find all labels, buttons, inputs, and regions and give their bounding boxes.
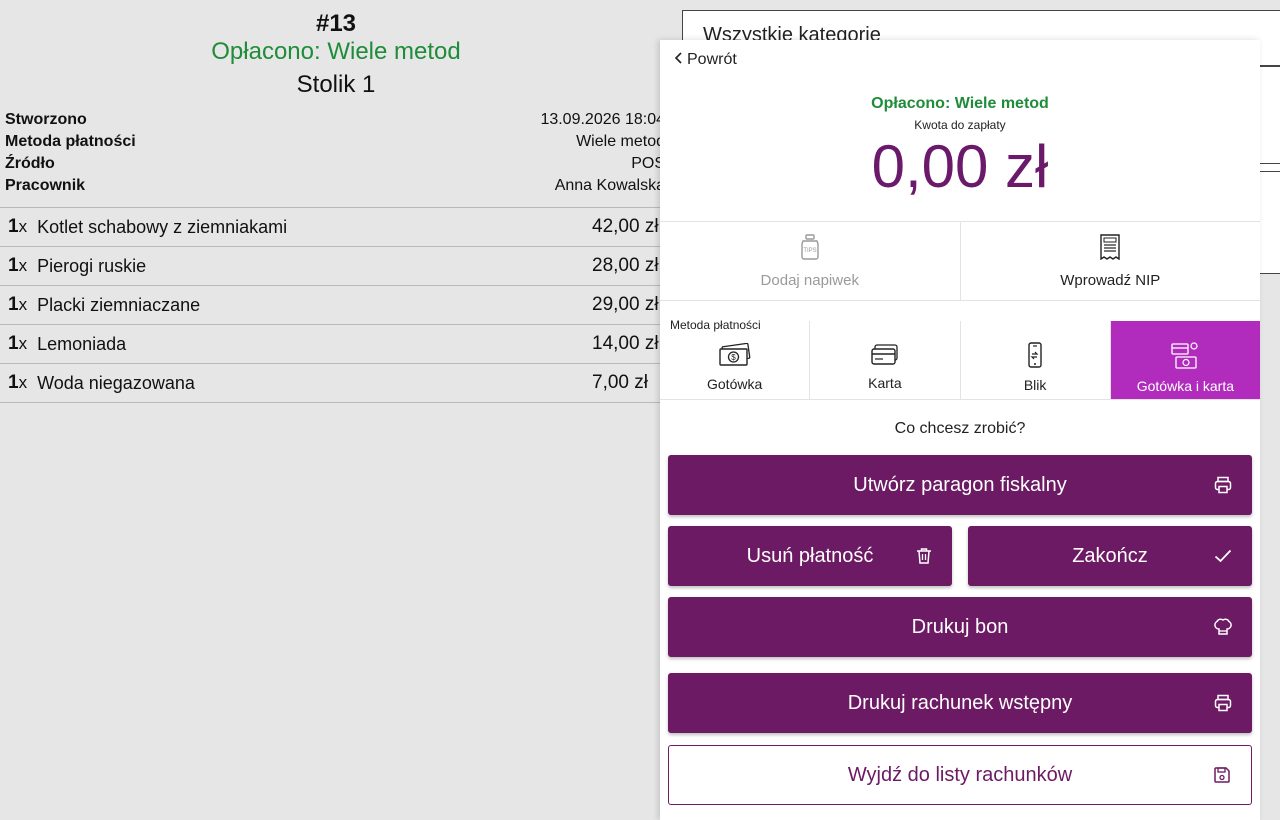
order-item[interactable]: 1x Kotlet schabowy z ziemniakami 42,00 z… [0,208,672,247]
meta-row-source: Źródło POS [5,153,665,175]
delete-payment-button[interactable]: Usuń płatność [668,526,952,586]
button-label: Drukuj bon [911,615,1009,638]
add-tip-label: Dodaj napiwek [760,271,859,289]
button-label: Wyjdź do listy rachunków [847,763,1073,786]
checkmark-icon [1214,549,1232,563]
payment-method-blik[interactable]: Blik [959,321,1110,399]
item-qty-unit: x [18,217,28,236]
order-items: 1x Kotlet schabowy z ziemniakami 42,00 z… [0,207,672,403]
item-qty: 1 [8,294,19,315]
print-kitchen-ticket-button[interactable]: Drukuj bon [668,597,1252,657]
meta-value: Wiele metod [576,133,665,150]
item-name: Lemoniada [37,333,127,354]
button-label: Zakończ [1072,544,1148,567]
payment-method-card[interactable]: Karta [809,321,959,399]
meta-label: Źródło [5,155,55,172]
meta-row-payment-method: Metoda płatności Wiele metod [5,131,665,153]
order-summary: #13 Opłacono: Wiele metod Stolik 1 Stwor… [0,0,672,820]
meta-label: Pracownik [5,177,86,194]
payment-method-cash[interactable]: $ Gotówka [660,321,809,399]
meta-value: Anna Kowalska [554,177,665,194]
payment-panel: Powrót Opłacono: Wiele metod Kwota do za… [660,40,1260,820]
svg-text:$: $ [731,353,736,362]
item-qty-unit: x [18,373,28,392]
svg-text:TIPS: TIPS [803,248,816,254]
button-label: Drukuj rachunek wstępny [847,691,1073,714]
phone-icon [1026,341,1044,371]
payment-method-heading: Metoda płatności [670,318,761,332]
item-name: Placki ziemniaczane [37,294,201,315]
extras-row: TIPS Dodaj napiwek Wprowadź NIP [660,221,1260,301]
order-table: Stolik 1 [296,71,376,98]
order-item[interactable]: 1x Pierogi ruskie 28,00 zł [0,247,672,286]
payment-method-label: Gotówka i karta [1136,377,1234,394]
payment-status: Opłacono: Wiele metod [871,95,1049,112]
enter-nip-button[interactable]: Wprowadź NIP [959,222,1261,300]
card-icon [871,343,899,369]
printer-icon [1214,476,1232,494]
back-label: Powrót [687,51,737,68]
item-qty-unit: x [18,256,28,275]
cash-icon: $ [718,342,751,370]
order-item[interactable]: 1x Lemoniada 14,00 zł [0,325,672,364]
payment-methods: $ Gotówka Karta Blik Gotówka i karta [660,321,1260,400]
amount-label: Kwota do zapłaty [914,118,1006,132]
item-qty: 1 [8,216,19,237]
exit-to-bills-button[interactable]: Wyjdź do listy rachunków [668,745,1252,805]
payment-method-label: Karta [868,374,902,391]
printer-icon [1214,694,1232,712]
item-qty-unit: x [18,295,28,314]
order-status: Opłacono: Wiele metod [211,38,461,65]
create-fiscal-receipt-button[interactable]: Utwórz paragon fiskalny [668,455,1252,515]
payment-method-label: Gotówka [707,375,763,392]
payment-method-label: Blik [1023,376,1047,393]
finish-button[interactable]: Zakończ [968,526,1252,586]
tips-jar-icon: TIPS [799,233,821,264]
item-name: Kotlet schabowy z ziemniakami [37,216,288,237]
receipt-nip-icon [1099,233,1121,264]
trash-icon [916,547,932,565]
item-name: Woda niegazowana [37,372,195,393]
order-item[interactable]: 1x Placki ziemniaczane 29,00 zł [0,286,672,325]
chevron-left-icon [674,51,683,69]
order-item[interactable]: 1x Woda niegazowana 7,00 zł [0,364,672,403]
meta-label: Metoda płatności [5,133,136,150]
save-icon [1213,766,1231,784]
action-question: Co chcesz zrobić? [894,420,1026,437]
meta-value: 13.09.2026 18:04 [540,111,665,128]
item-qty-unit: x [18,334,28,353]
meta-label: Stworzono [5,111,87,128]
item-qty: 1 [8,333,19,354]
button-label: Utwórz paragon fiskalny [853,473,1067,496]
order-meta: Stworzono 13.09.2026 18:04 Metoda płatno… [5,109,665,197]
button-label: Usuń płatność [746,544,874,567]
item-qty: 1 [8,372,19,393]
add-tip-button[interactable]: TIPS Dodaj napiwek [660,222,960,300]
background-strip [1260,66,1280,274]
meta-row-employee: Pracownik Anna Kowalska [5,175,665,197]
cash-and-card-icon [1171,341,1199,372]
amount-due: 0,00 zł [871,133,1049,200]
print-prebill-button[interactable]: Drukuj rachunek wstępny [668,673,1252,733]
enter-nip-label: Wprowadź NIP [1060,271,1161,289]
payment-method-cash-and-card[interactable]: Gotówka i karta [1109,321,1260,399]
item-name: Pierogi ruskie [37,255,147,276]
item-qty: 1 [8,255,19,276]
meta-row-created: Stworzono 13.09.2026 18:04 [5,109,665,131]
chef-hat-icon [1214,618,1232,636]
order-number: #13 [315,10,357,37]
back-button[interactable]: Powrót [674,51,737,69]
